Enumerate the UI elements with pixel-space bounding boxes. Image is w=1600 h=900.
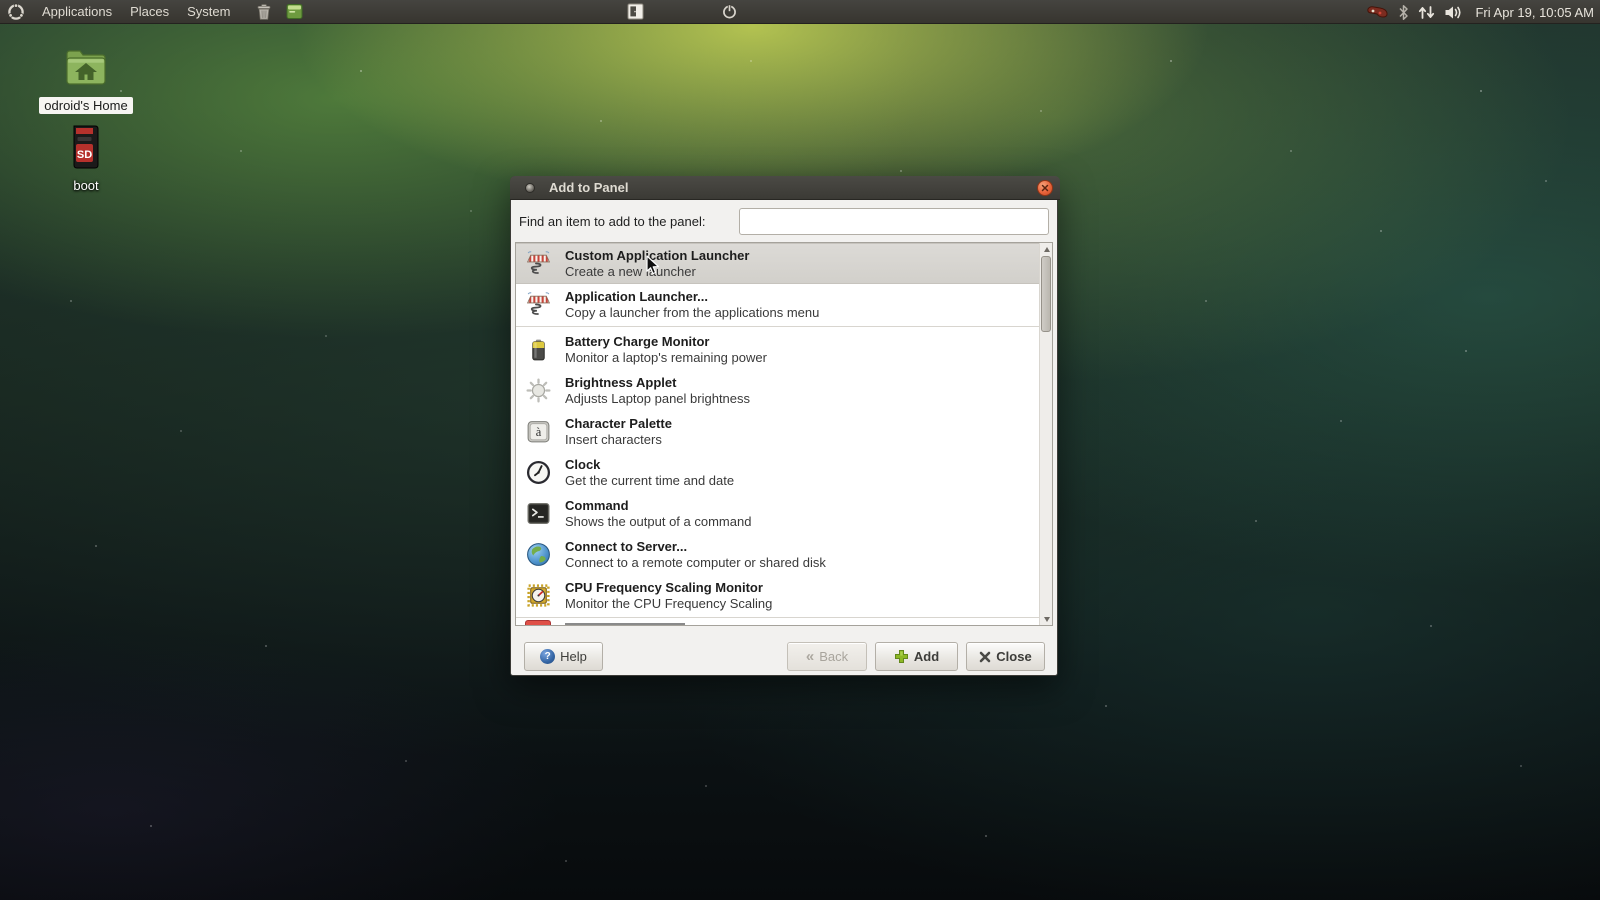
list-item-command[interactable]: Command Shows the output of a command xyxy=(516,493,1039,534)
top-panel: Applications Places System xyxy=(0,0,1600,24)
window-close-button[interactable] xyxy=(1037,180,1053,196)
item-title: Command xyxy=(565,497,751,514)
list-scrollbar[interactable] xyxy=(1039,243,1052,625)
cpu-icon xyxy=(523,581,553,611)
menu-places[interactable]: Places xyxy=(121,0,178,24)
desktop: Applications Places System xyxy=(0,0,1600,900)
dialog-window-icon xyxy=(525,183,535,193)
add-to-panel-dialog: Add to Panel Find an item to add to the … xyxy=(510,176,1058,676)
find-item-input[interactable] xyxy=(739,208,1049,235)
help-icon: ? xyxy=(540,649,555,664)
item-desc: Shows the output of a command xyxy=(565,514,751,530)
list-item-character-palette[interactable]: à Character Palette Insert characters xyxy=(516,411,1039,452)
distro-logo-icon[interactable] xyxy=(7,3,25,21)
back-button-label: Back xyxy=(819,649,848,664)
help-button-label: Help xyxy=(560,649,587,664)
sd-card-icon: SD xyxy=(67,124,105,175)
item-title: CPU Frequency Scaling Monitor xyxy=(565,579,772,596)
svg-text:à: à xyxy=(535,425,541,439)
list-item-connect-to-server[interactable]: Connect to Server... Connect to a remote… xyxy=(516,534,1039,575)
item-title: Battery Charge Monitor xyxy=(565,333,767,350)
menu-system[interactable]: System xyxy=(178,0,239,24)
terminal-icon xyxy=(523,499,553,529)
desktop-icon-label: boot xyxy=(73,178,98,193)
close-button[interactable]: Close xyxy=(966,642,1045,671)
network-arrows-icon[interactable] xyxy=(1418,5,1435,20)
close-x-icon xyxy=(1041,184,1049,192)
launcher-icon xyxy=(523,249,553,279)
modem-applet-icon[interactable] xyxy=(1365,5,1389,20)
panel-launchers xyxy=(255,3,303,21)
item-title: Brightness Applet xyxy=(565,374,750,391)
applet-list: Custom Application Launcher Create a new… xyxy=(515,242,1053,626)
dialog-title: Add to Panel xyxy=(549,180,628,195)
item-desc: Insert characters xyxy=(565,432,672,448)
item-desc: Get the current time and date xyxy=(565,473,734,489)
list-item-battery-charge-monitor[interactable]: Battery Charge Monitor Monitor a laptop'… xyxy=(516,329,1039,370)
panel-clock[interactable]: Fri Apr 19, 10:05 AM xyxy=(1475,5,1594,20)
home-folder-icon xyxy=(61,46,111,95)
battery-icon xyxy=(523,335,553,365)
item-desc: Connect to a remote computer or shared d… xyxy=(565,555,826,571)
item-desc: Monitor a laptop's remaining power xyxy=(565,350,767,366)
item-desc: Copy a launcher from the applications me… xyxy=(565,305,819,321)
desktop-icon-boot[interactable]: SD boot xyxy=(26,124,146,195)
bluetooth-icon[interactable] xyxy=(1398,4,1409,21)
close-x-icon xyxy=(979,651,991,663)
brightness-icon xyxy=(523,376,553,406)
list-item-clock[interactable]: Clock Get the current time and date xyxy=(516,452,1039,493)
trash-icon[interactable] xyxy=(255,3,273,21)
item-desc: Monitor the CPU Frequency Scaling xyxy=(565,596,772,612)
item-title: Clock xyxy=(565,456,734,473)
partial-item-icon xyxy=(525,620,551,626)
item-title: Connect to Server... xyxy=(565,538,826,555)
scroll-up-arrow[interactable] xyxy=(1040,243,1053,255)
find-item-label: Find an item to add to the panel: xyxy=(519,208,705,235)
item-title: Application Launcher... xyxy=(565,288,819,305)
item-desc: Adjusts Laptop panel brightness xyxy=(565,391,750,407)
add-button[interactable]: Add xyxy=(875,642,958,671)
sd-card-text: SD xyxy=(77,149,92,161)
add-button-label: Add xyxy=(914,649,939,664)
volume-icon[interactable] xyxy=(1444,5,1463,20)
list-item-application-launcher[interactable]: Application Launcher... Copy a launcher … xyxy=(516,284,1039,325)
clock-icon xyxy=(523,458,553,488)
close-button-label: Close xyxy=(996,649,1031,664)
scrollbar-thumb[interactable] xyxy=(1041,256,1051,332)
panel-menus: Applications Places System xyxy=(0,0,303,23)
add-plus-icon xyxy=(894,649,909,664)
partial-item-text xyxy=(565,620,685,626)
dialog-titlebar[interactable]: Add to Panel xyxy=(510,176,1060,200)
mouse-cursor xyxy=(646,255,660,276)
globe-icon xyxy=(523,540,553,570)
desktop-icon-label: odroid's Home xyxy=(39,97,132,114)
launcher-icon xyxy=(523,290,553,320)
file-manager-icon[interactable] xyxy=(286,3,303,20)
window-list-button[interactable] xyxy=(627,3,644,23)
desktop-icon-home[interactable]: odroid's Home xyxy=(26,46,146,115)
character-key-icon: à xyxy=(523,417,553,447)
list-item-custom-application-launcher[interactable]: Custom Application Launcher Create a new… xyxy=(516,243,1039,284)
panel-indicators: Fri Apr 19, 10:05 AM xyxy=(1365,0,1594,24)
back-button[interactable]: « Back xyxy=(787,642,867,671)
help-button[interactable]: ? Help xyxy=(524,642,603,671)
back-chevron-icon: « xyxy=(806,649,814,664)
shutdown-icon[interactable] xyxy=(721,3,738,23)
scroll-down-arrow[interactable] xyxy=(1040,613,1053,625)
menu-applications[interactable]: Applications xyxy=(33,0,121,24)
list-item-cpu-frequency-scaling-monitor[interactable]: CPU Frequency Scaling Monitor Monitor th… xyxy=(516,575,1039,616)
list-item-brightness-applet[interactable]: Brightness Applet Adjusts Laptop panel b… xyxy=(516,370,1039,411)
item-title: Character Palette xyxy=(565,415,672,432)
list-item-partial[interactable] xyxy=(516,620,1039,626)
list-separator xyxy=(516,325,1039,329)
